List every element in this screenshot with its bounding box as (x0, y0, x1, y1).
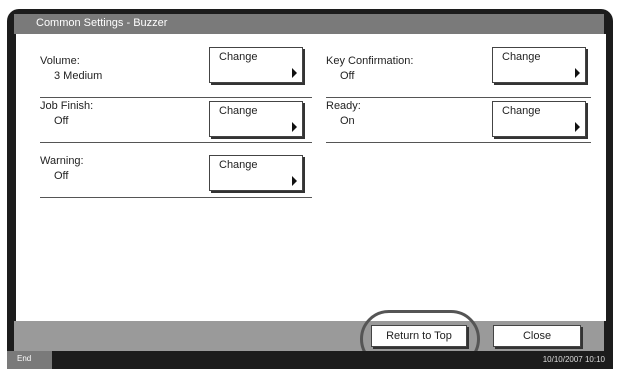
change-button-label: Change (219, 51, 258, 63)
change-button-label: Change (219, 105, 258, 117)
warning-label: Warning: (40, 155, 84, 167)
title-bar: Common Settings - Buzzer (14, 14, 604, 34)
volume-value: 3 Medium (54, 70, 103, 82)
job-finish-value: Off (54, 115, 69, 127)
close-button[interactable]: Close (493, 325, 581, 347)
job-finish-change-button[interactable]: Change (209, 101, 303, 137)
arrow-right-icon (575, 122, 580, 132)
change-button-label: Change (219, 159, 258, 171)
divider (40, 197, 312, 198)
arrow-right-icon (292, 68, 297, 78)
arrow-right-icon (575, 68, 580, 78)
warning-value: Off (54, 170, 69, 182)
end-label: End (17, 354, 32, 363)
volume-change-button[interactable]: Change (209, 47, 303, 83)
page-title: Common Settings - Buzzer (36, 17, 168, 29)
ready-change-button[interactable]: Change (492, 101, 586, 137)
settings-area: Volume: 3 Medium Change Key Confirmation… (14, 34, 606, 321)
divider (40, 142, 312, 143)
arrow-right-icon (292, 122, 297, 132)
arrow-right-icon (292, 176, 297, 186)
warning-change-button[interactable]: Change (209, 155, 303, 191)
key-confirmation-label: Key Confirmation: (326, 55, 414, 67)
datetime: 10/10/2007 10:10 (542, 355, 605, 364)
divider (326, 142, 591, 143)
end-tab[interactable]: End (7, 351, 52, 369)
status-bar: End 10/10/2007 10:10 (7, 351, 613, 369)
volume-label: Volume: (40, 55, 80, 67)
footer-bar: Return to Top Close (14, 321, 604, 351)
change-button-label: Change (502, 51, 541, 63)
key-confirmation-change-button[interactable]: Change (492, 47, 586, 83)
ready-value: On (340, 115, 355, 127)
ready-label: Ready: (326, 100, 361, 112)
job-finish-label: Job Finish: (40, 100, 94, 112)
key-confirmation-value: Off (340, 70, 355, 82)
change-button-label: Change (502, 105, 541, 117)
